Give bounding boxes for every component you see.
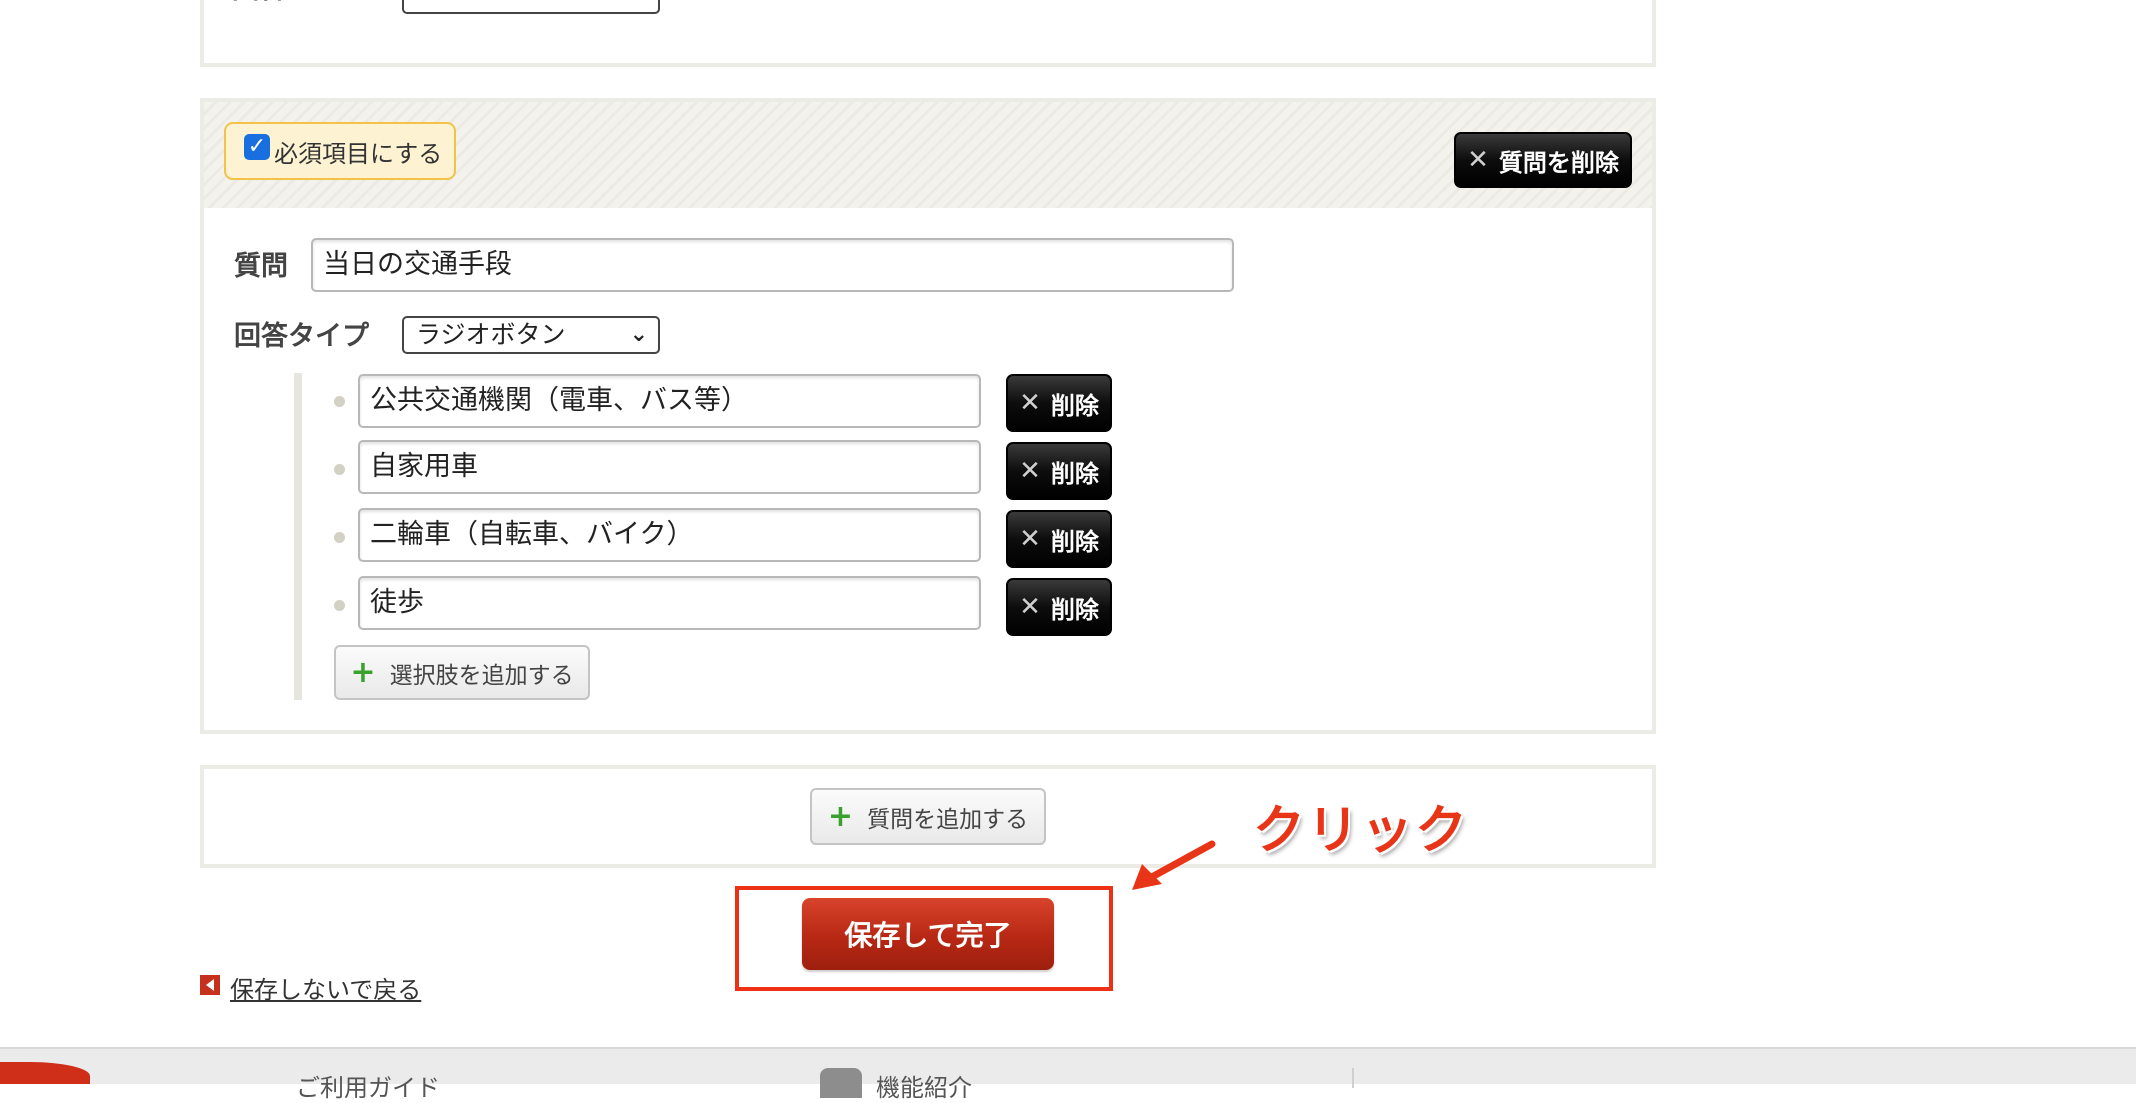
delete-choice-button[interactable]: ✕ 削除 [1006,374,1112,432]
back-arrow-icon [200,975,220,995]
required-label: 必須項目にする [274,139,443,168]
delete-choice-button[interactable]: ✕ 削除 [1006,442,1112,500]
choice-bullet-icon [334,532,345,543]
choice-input[interactable]: 自家用車 [358,440,981,494]
close-icon: ✕ [1019,456,1041,486]
delete-question-button[interactable]: ✕ 質問を削除 [1454,132,1632,188]
add-choice-label: 選択肢を追加する [389,662,574,689]
choice-input[interactable]: 二輪車（自転車、バイク） [358,508,981,562]
footer-divider [1352,1068,1354,1088]
choice-bullet-icon [334,464,345,475]
add-question-button[interactable]: + 質問を追加する [810,788,1046,845]
choice-input[interactable]: 徒歩 [358,576,981,630]
close-icon: ✕ [1019,592,1041,622]
arrow-icon [1132,840,1216,890]
previous-answer-type-label: 回答タイプ [232,0,367,10]
add-question-label: 質問を追加する [867,806,1029,833]
required-checkbox[interactable]: ✓ [244,134,270,160]
add-choice-button[interactable]: + 選択肢を追加する [334,645,590,700]
answer-type-select[interactable]: ラジオボタン ⌄ [402,316,660,354]
choice-bullet-icon [334,396,345,407]
answer-type-label: 回答タイプ [234,321,369,352]
delete-choice-button[interactable]: ✕ 削除 [1006,578,1112,636]
click-annotation: クリック [1253,801,1470,861]
plus-icon: + [350,654,376,690]
question-input[interactable]: 当日の交通手段 [311,238,1234,292]
delete-choice-label: 削除 [1050,391,1099,420]
plus-icon: + [827,798,854,834]
choices-group-bar [294,373,302,700]
delete-choice-label: 削除 [1050,527,1099,556]
back-without-saving-link[interactable]: 保存しないで戻る [230,970,421,1005]
close-icon: ✕ [1019,524,1041,554]
close-icon: ✕ [1019,388,1041,418]
choice-bullet-icon [334,600,345,611]
footer-guide-link[interactable]: ご利用ガイド [296,1068,440,1103]
delete-choice-label: 削除 [1050,459,1099,488]
question-label: 質問 [234,251,288,282]
delete-question-label: 質問を削除 [1498,148,1619,177]
close-icon: ✕ [1467,145,1489,175]
chevron-down-icon: ⌄ [629,322,648,347]
user-icon [820,1068,862,1098]
previous-answer-type-select[interactable] [402,0,660,14]
delete-choice-button[interactable]: ✕ 削除 [1006,510,1112,568]
save-complete-button[interactable]: 保存して完了 [802,898,1054,970]
delete-choice-label: 削除 [1050,595,1099,624]
footer-feature-link[interactable]: 機能紹介 [876,1068,972,1103]
answer-type-value: ラジオボタン [416,320,566,349]
choice-input[interactable]: 公共交通機関（電車、バス等） [358,374,981,428]
required-checkbox-container[interactable]: ✓ 必須項目にする [224,122,456,180]
